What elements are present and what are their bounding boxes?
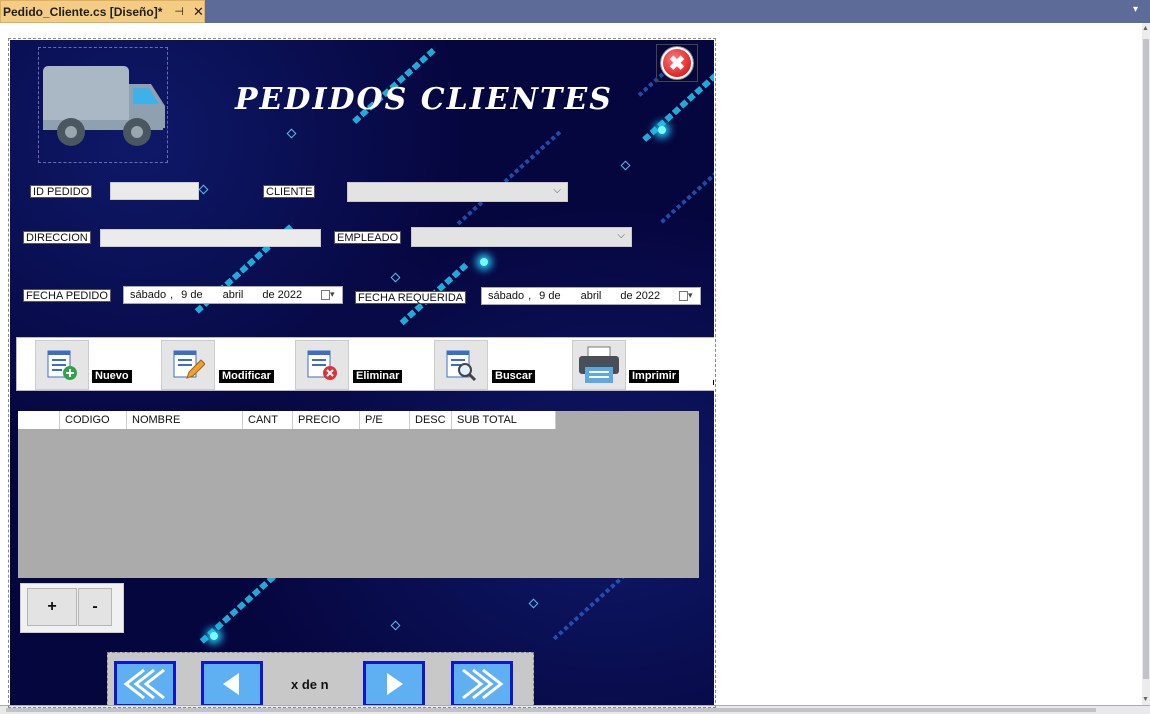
chevron-down-icon: ⌵ [617,230,625,241]
document-tab[interactable]: Pedido_Cliente.cs [Diseño]* ⊣ ✕ [0,0,205,23]
buscar-button[interactable] [434,340,488,390]
logo-picturebox [38,47,168,163]
background-streak [456,128,564,226]
scroll-thumb[interactable] [6,708,1096,712]
direccion-input[interactable] [100,229,321,247]
grid-column-header[interactable]: CODIGO [60,411,127,429]
modificar-button[interactable] [161,340,215,390]
printer-icon [579,346,619,383]
fecha-pedido-datepicker[interactable]: sábado , 9 de abril de 2022 ▾ [123,286,343,304]
date-year: de 2022 [262,289,303,301]
date-year: de 2022 [620,290,661,302]
date-day: 9 de [539,290,561,302]
imprimir-button[interactable] [572,340,626,390]
background-diamond [528,598,539,609]
nuevo-button[interactable] [35,340,89,390]
calendar-dropdown-icon[interactable]: ▾ [679,290,697,302]
grid-column-header[interactable]: PRECIO [293,411,360,429]
grid-column-header[interactable] [18,411,60,429]
scroll-down-icon[interactable]: ▼ [1142,696,1149,703]
background-diamond [286,128,297,139]
grid-column-header[interactable]: NOMBRE [127,411,243,429]
fecha-requerida-datepicker[interactable]: sábado , 9 de abril de 2022 ▾ [481,287,701,305]
detalle-datagrid[interactable]: CODIGO NOMBRE CANT PRECIO P/E DESC SUB T… [18,411,699,578]
chevron-down-icon: ⌵ [553,185,561,196]
selection-handle[interactable] [713,380,714,385]
date-day: 9 de [181,289,203,301]
record-position-text: x de n [291,677,329,692]
background-glow [210,632,218,640]
first-icon [123,668,165,700]
grid-column-header[interactable]: P/E [360,411,410,429]
close-tab-icon[interactable]: ✕ [193,4,204,20]
empleado-label: EMPLEADO [334,231,402,244]
date-weekday: sábado [130,289,167,301]
remove-row-button[interactable]: - [78,588,112,626]
id-pedido-input[interactable] [110,182,199,200]
previous-icon [223,673,239,695]
grid-column-header[interactable]: SUB TOTAL [452,411,556,429]
buscar-label: Buscar [492,370,536,383]
direccion-label: DIRECCION [23,231,91,244]
last-record-button[interactable] [451,661,513,705]
date-separator: , [170,289,174,301]
eliminar-button[interactable] [295,340,349,390]
date-weekday: sábado [488,290,525,302]
date-separator: , [528,290,532,302]
pin-icon[interactable]: ⊣ [174,5,184,18]
document-tab-title: Pedido_Cliente.cs [Diseño]* [3,4,163,19]
chevron-down-icon[interactable]: ▾ [1133,4,1138,15]
scroll-thumb[interactable] [1143,39,1149,679]
background-diamond [198,184,209,195]
grid-column-header[interactable]: CANT [243,411,293,429]
action-toolbar: Nuevo Modificar Eliminar Buscar Imprimir [16,337,714,391]
page-title: PEDIDOS CLIENTES [235,82,613,117]
previous-record-button[interactable] [201,661,263,705]
close-button[interactable]: ✖ [656,44,698,82]
grid-header: CODIGO NOMBRE CANT PRECIO P/E DESC SUB T… [18,411,556,429]
background-glow [480,258,488,266]
truck-icon [43,66,165,146]
cliente-combobox[interactable]: ⌵ [347,182,568,202]
date-month: abril [222,289,244,301]
background-streak [660,160,714,224]
background-glow [658,126,666,134]
background-diamond [390,272,401,283]
modificar-label: Modificar [219,370,274,383]
first-record-button[interactable] [114,661,176,705]
date-month: abril [580,290,602,302]
id-pedido-label: ID PEDIDO [30,185,93,198]
nuevo-label: Nuevo [92,370,132,383]
imprimir-label: Imprimir [629,370,680,383]
empleado-combobox[interactable]: ⌵ [411,227,632,247]
document-tab-strip: Pedido_Cliente.cs [Diseño]* ⊣ ✕ ▾ [0,0,1150,23]
eliminar-label: Eliminar [353,370,403,383]
record-navigation-panel: x de n [107,652,534,705]
next-record-button[interactable] [363,661,425,705]
background-diamond [390,620,401,631]
search-document-icon [446,350,477,382]
cliente-label: CLIENTE [263,185,316,198]
fecha-requerida-label: FECHA REQUERIDA [355,291,467,304]
add-document-icon [47,350,77,380]
background-diamond [620,160,631,171]
scroll-up-icon[interactable]: ▲ [1142,25,1149,32]
close-icon: ✖ [661,47,693,79]
calendar-dropdown-icon[interactable]: ▾ [321,289,339,301]
last-icon [462,668,504,700]
grid-column-header[interactable]: DESC [410,411,452,429]
vertical-scrollbar[interactable]: ▲ ▼ [1142,23,1150,705]
pedido-cliente-form: PEDIDOS CLIENTES ✖ ID PEDIDO CLIENTE ⌵ D… [10,40,714,705]
fecha-pedido-label: FECHA PEDIDO [23,289,111,302]
delete-document-icon [307,350,337,380]
add-remove-panel: + - [20,583,124,633]
edit-document-icon [173,350,205,379]
next-icon [387,673,403,695]
add-row-button[interactable]: + [27,588,77,626]
